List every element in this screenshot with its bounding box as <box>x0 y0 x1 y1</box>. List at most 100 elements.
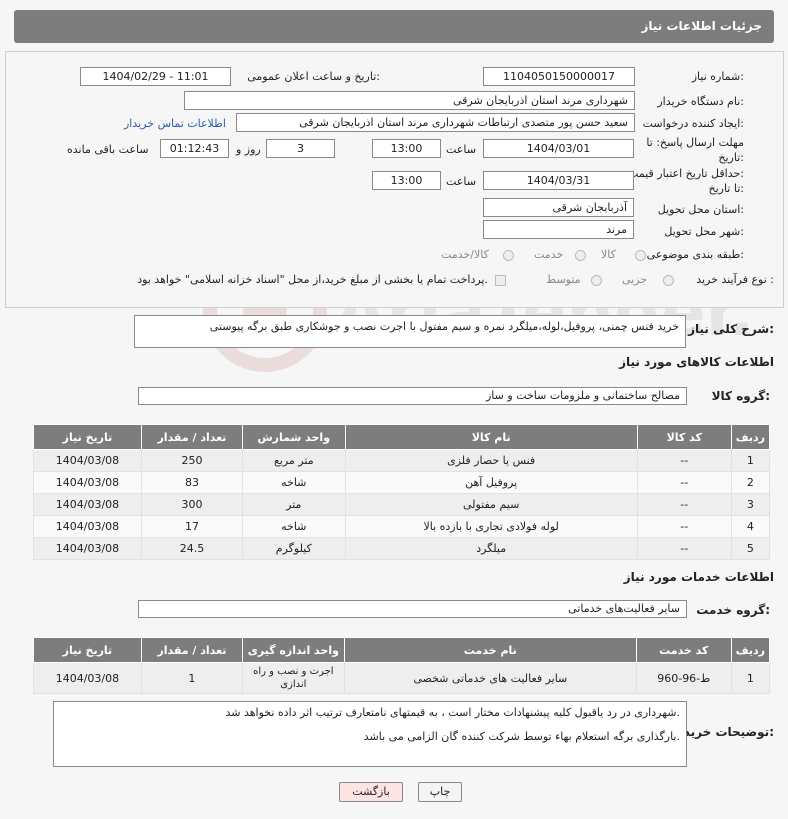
min-price-time-field: 13:00 <box>372 171 441 190</box>
item-code-cell: -- <box>636 449 732 472</box>
deadline-label: مهلت ارسال پاسخ: تا <box>646 136 744 149</box>
need-date-cell: 1404/03/08 <box>33 493 142 516</box>
category-option-service: خدمت <box>534 248 564 261</box>
deadline-label-date: تاریخ: <box>718 151 744 164</box>
buyer-org-label: نام دستگاه خریدار: <box>657 95 744 108</box>
table-row[interactable]: 1404/03/08 24.5 کیلوگرم میلگرد -- 5 <box>33 537 771 560</box>
col-row: ردیف <box>730 424 771 450</box>
category-radio-goods[interactable] <box>635 250 646 261</box>
item-code-cell: -- <box>636 515 732 538</box>
days-label: روز و <box>236 143 261 156</box>
process-option-minor: جزیی <box>622 273 648 286</box>
province-field: آذربایجان شرقی <box>483 198 634 217</box>
process-radio-medium[interactable] <box>591 275 602 286</box>
col-unit: واحد اندازه گیری <box>241 637 345 663</box>
table-row[interactable]: 1404/03/08 83 شاخه پروفیل آهن -- 2 <box>33 471 771 494</box>
buyer-org-field: شهرداری مرند استان اذربایجان شرقی <box>184 91 635 110</box>
row-number-cell: 1 <box>730 662 771 694</box>
treasury-payment-checkbox[interactable] <box>495 275 506 286</box>
service-code-cell: ط-96-960 <box>635 662 732 694</box>
quantity-cell: 17 <box>140 515 244 538</box>
services-table: تاریخ نیاز تعداد / مقدار واحد اندازه گیر… <box>33 637 771 694</box>
table-row[interactable]: 1404/03/08 250 متر مربع فنس یا حصار فلزی… <box>33 449 771 472</box>
table-row[interactable]: 1404/03/08 300 متر سیم مفتولی -- 3 <box>33 493 771 516</box>
row-number-cell: 3 <box>730 493 771 516</box>
col-quantity: تعداد / مقدار <box>140 637 243 663</box>
description-label: شرح کلی نیاز: <box>688 322 774 336</box>
unit-cell: شاخه <box>242 471 346 494</box>
buyer-notes-line-2: بارگذاری برگه استعلام بهاء توسط شرکت کنن… <box>363 730 680 743</box>
col-unit: واحد شمارش <box>242 424 346 450</box>
item-code-cell: -- <box>636 537 732 560</box>
buyer-notes-field: شهرداری در رد یاقبول کلیه پیشنهادات مختا… <box>53 701 687 767</box>
buyer-notes-label: توضیحات خریدار: <box>672 725 774 739</box>
row-number-cell: 5 <box>730 537 771 560</box>
unit-cell: کیلوگرم <box>242 537 346 560</box>
category-label: طبقه بندی موضوعی: <box>646 248 744 261</box>
need-date-cell: 1404/03/08 <box>33 449 142 472</box>
col-service-name: نام خدمت <box>343 637 637 663</box>
process-radio-minor[interactable] <box>663 275 674 286</box>
item-name-cell: میلگرد <box>344 537 638 560</box>
province-label: استان محل تحویل: <box>657 203 744 216</box>
row-number-cell: 4 <box>730 515 771 538</box>
goods-section-title: اطلاعات کالاهای مورد نیاز <box>619 355 774 369</box>
col-need-date: تاریخ نیاز <box>33 637 142 663</box>
quantity-cell: 300 <box>140 493 244 516</box>
services-table-header: تاریخ نیاز تعداد / مقدار واحد اندازه گیر… <box>33 637 771 663</box>
col-service-code: کد خدمت <box>635 637 732 663</box>
col-row: ردیف <box>730 637 771 663</box>
back-button[interactable]: بازگشت <box>339 782 403 802</box>
city-field: مرند <box>483 220 634 239</box>
contact-info-link[interactable]: اطلاعات تماس خریدار <box>124 117 226 130</box>
buyer-notes-line-1: شهرداری در رد یاقبول کلیه پیشنهادات مختا… <box>225 706 680 719</box>
quantity-cell: 24.5 <box>140 537 244 560</box>
item-code-cell: -- <box>636 493 732 516</box>
need-date-cell: 1404/03/08 <box>33 515 142 538</box>
page: جزئیات اطلاعات نیاز AriaTender.net شماره… <box>0 0 788 819</box>
service-name-cell: سایر فعالیت های خدماتی شخصی <box>343 662 637 694</box>
announce-date-label: تاریخ و ساعت اعلان عمومی: <box>247 70 380 83</box>
goods-table-header: تاریخ نیاز تعداد / مقدار واحد شمارش نام … <box>33 424 771 450</box>
service-group-label: گروه خدمت: <box>696 603 770 617</box>
item-name-cell: سیم مفتولی <box>344 493 638 516</box>
category-option-goods: کالا <box>601 248 616 261</box>
col-item-code: کد کالا <box>636 424 732 450</box>
unit-cell: شاخه <box>242 515 346 538</box>
item-code-cell: -- <box>636 471 732 494</box>
category-radio-service[interactable] <box>575 250 586 261</box>
unit-cell-line-1: اجرت و نصب و راه <box>253 666 334 677</box>
min-price-date-field: 1404/03/31 <box>483 171 634 190</box>
print-button[interactable]: چاپ <box>418 782 462 802</box>
need-date-cell: 1404/03/08 <box>33 537 142 560</box>
services-section-title: اطلاعات خدمات مورد نیاز <box>623 570 774 584</box>
category-radio-goods-service[interactable] <box>503 250 514 261</box>
min-price-label: حداقل تاریخ اعتبار قیمت: <box>628 167 744 180</box>
city-label: شهر محل تحویل: <box>664 225 744 238</box>
deadline-time-label: ساعت <box>446 143 476 156</box>
col-quantity: تعداد / مقدار <box>140 424 244 450</box>
item-name-cell: فنس یا حصار فلزی <box>344 449 638 472</box>
col-item-name: نام کالا <box>344 424 638 450</box>
need-number-label: شماره نیاز: <box>691 70 744 83</box>
process-option-medium: متوسط <box>546 273 581 286</box>
unit-cell: متر مربع <box>242 449 346 472</box>
remaining-time-field: 01:12:43 <box>160 139 229 158</box>
page-title: جزئیات اطلاعات نیاز <box>641 19 762 33</box>
page-header: جزئیات اطلاعات نیاز <box>14 10 774 43</box>
item-name-cell: لوله فولادی تجاری با بازده بالا <box>344 515 638 538</box>
treasury-payment-note: پرداخت تمام یا بخشی از مبلغ خرید،از محل … <box>137 273 488 286</box>
days-remaining-field: 3 <box>266 139 335 158</box>
unit-cell: متر <box>242 493 346 516</box>
service-group-field: سایر فعالیت‌های خدماتی <box>138 600 687 618</box>
creator-field: سعید حسن پور متصدی ارتباطات شهرداری مرند… <box>236 113 635 132</box>
table-row[interactable]: 1404/03/08 1 اجرت و نصب و راه اندازی سای… <box>33 662 771 694</box>
process-label: نوع فرآیند خرید : <box>696 273 774 286</box>
table-row[interactable]: 1404/03/08 17 شاخه لوله فولادی تجاری با … <box>33 515 771 538</box>
col-need-date: تاریخ نیاز <box>33 424 142 450</box>
min-price-time-label: ساعت <box>446 175 476 188</box>
category-option-goods-service: کالا/خدمت <box>441 248 489 261</box>
unit-cell: اجرت و نصب و راه اندازی <box>241 662 345 694</box>
unit-cell-line-2: اندازی <box>280 679 307 690</box>
goods-table: تاریخ نیاز تعداد / مقدار واحد شمارش نام … <box>33 424 771 560</box>
